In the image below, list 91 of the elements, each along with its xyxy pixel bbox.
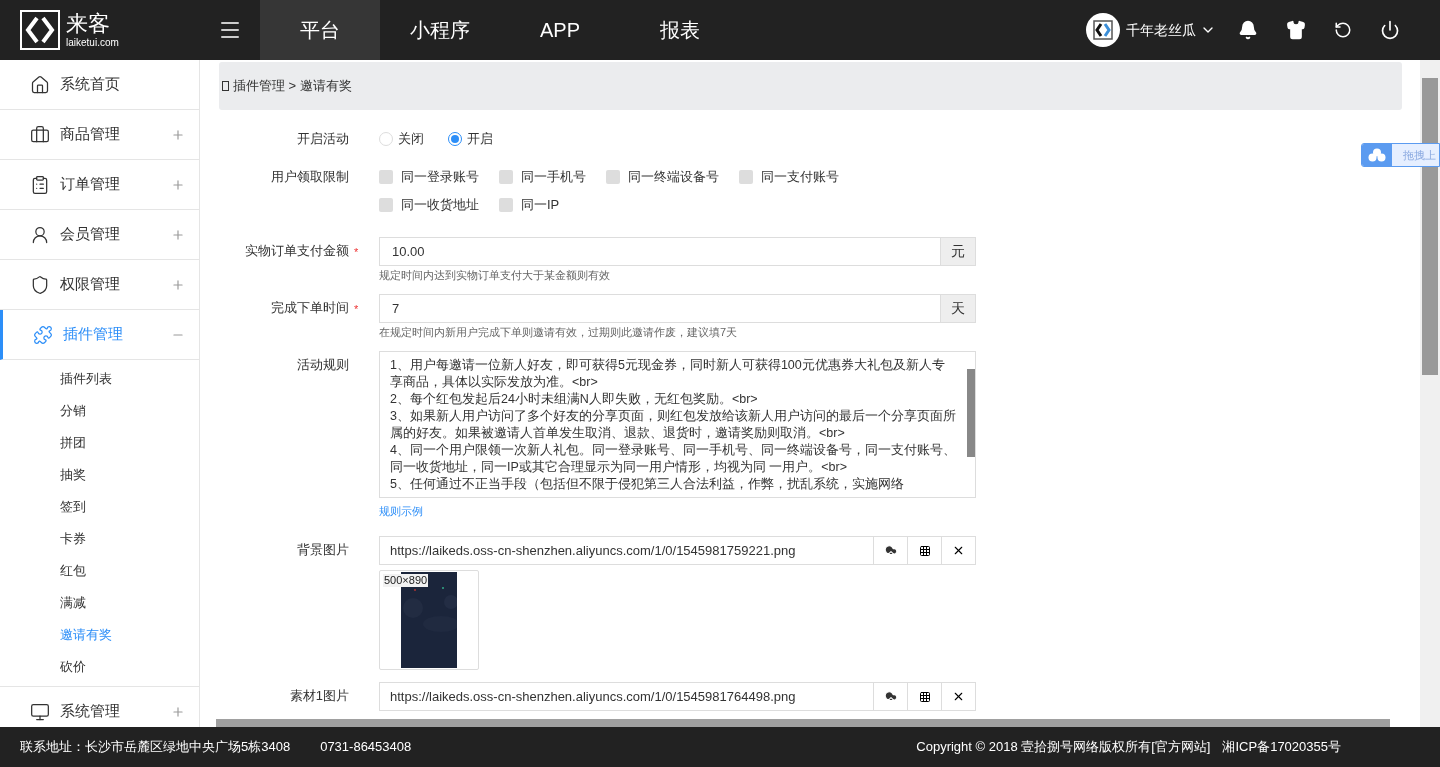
expand-icon[interactable] xyxy=(171,127,185,142)
grid-icon xyxy=(918,544,931,557)
rules-example-link[interactable]: 规则示例 xyxy=(379,505,423,517)
checkbox-icon[interactable] xyxy=(379,198,393,212)
input-field[interactable]: 7 xyxy=(379,294,941,323)
unit-addon: 元 xyxy=(941,237,976,266)
scrollbar[interactable] xyxy=(967,369,975,457)
submenu-item[interactable]: 红包 xyxy=(0,555,199,587)
hint-text: 在规定时间内新用户完成下单则邀请有效，过期则此邀请作废，建议填7天 xyxy=(379,325,739,339)
close-icon xyxy=(952,690,965,703)
checkbox-option[interactable]: 同一收货地址 xyxy=(379,191,479,219)
submenu-item[interactable]: 卡券 xyxy=(0,523,199,555)
checkbox-option[interactable]: 同一登录账号 xyxy=(379,163,479,191)
form-label: 活动规则 xyxy=(296,356,349,374)
input-field[interactable]: 10.00 xyxy=(379,237,941,266)
footer-copyright: Copyright © 2018 壹拾捌号网络版权所有[官方网站] xyxy=(916,738,1211,757)
nav-tab[interactable]: 小程序 xyxy=(380,0,500,60)
checkbox-option[interactable]: 同一手机号 xyxy=(499,163,586,191)
form-label: 开启活动 xyxy=(296,130,349,148)
power-icon[interactable] xyxy=(1380,20,1400,40)
expand-icon[interactable] xyxy=(171,177,185,192)
size-label: 500×890 xyxy=(383,574,429,587)
rules-textarea[interactable]: 1、用户每邀请一位新人好友，即可获得5元现金券，同时新人可获得100元优惠券大礼包及新人专享商品，具体以实际发放为准。<br> 2、每个红包发起后24小时未组满N人即失败，无红包奖励。<br> 3、如果新人用户访问了多个好友的分享页面，则红包发放给该新人用户访问的最后一个分享页面所属的好友。如果被邀请人首单发生取消、退款、退货时，邀请奖励则取消。<br> 4、同一个用户限领一次新人礼包。同一登录账号、同一手机号、同一终端设备号，同一支付账号、同一收货地址，同一IP或其它合理显示为同一用户情形，均视为同 一用户。<br> 5、任何通过不正当手段（包括但不限于侵犯第三人合法利益，作弊，扰乱系统，实施网络 xyxy=(379,351,976,498)
url-field[interactable]: https://laikeds.oss-cn-shenzhen.aliyuncs.com/1/0/1545981764498.png xyxy=(379,682,874,711)
avatar-icon[interactable] xyxy=(1086,13,1120,47)
expand-icon[interactable] xyxy=(171,227,185,242)
submenu-item[interactable]: 满减 xyxy=(0,587,199,619)
sidebar-item[interactable]: 订单管理 xyxy=(0,160,199,210)
url-field[interactable]: https://laikeds.oss-cn-shenzhen.aliyuncs.com/1/0/1545981759221.png xyxy=(379,536,874,565)
footer-icp: 湘ICP备17020355号 xyxy=(1222,738,1341,757)
grid-button[interactable] xyxy=(908,536,942,565)
required-mark: * xyxy=(354,303,359,315)
sidebar-item[interactable]: 系统首页 xyxy=(0,60,199,110)
form-label: 完成下单时间 xyxy=(270,299,349,317)
breadcrumb-icon xyxy=(222,81,229,91)
sidebar-item[interactable]: 权限管理 xyxy=(0,260,199,310)
logo-name: 来客 xyxy=(66,12,111,35)
clipboard-icon xyxy=(30,174,50,195)
shield-icon xyxy=(30,274,50,295)
footer-address: 联系地址：长沙市岳麓区绿地中央广场5栋3408 xyxy=(20,738,291,757)
shirt-icon[interactable] xyxy=(1286,20,1306,40)
checkbox-icon[interactable] xyxy=(499,170,513,184)
upload-button[interactable] xyxy=(874,682,908,711)
checkbox-icon[interactable] xyxy=(379,170,393,184)
submenu-item[interactable]: 邀请有奖 xyxy=(0,619,199,651)
footer-phone: 0731-86453408 xyxy=(320,738,412,757)
submenu-item[interactable]: 抽奖 xyxy=(0,459,199,491)
hint-text: 规定时间内达到实物订单支付大于某金额则有效 xyxy=(379,268,611,282)
nav-tab[interactable]: 报表 xyxy=(620,0,740,60)
monitor-icon xyxy=(30,701,50,722)
expand-icon[interactable] xyxy=(171,277,185,292)
nav-tab[interactable]: 平台 xyxy=(260,0,380,60)
briefcase-icon xyxy=(30,124,50,145)
home-icon xyxy=(30,74,50,95)
checkbox-icon[interactable] xyxy=(499,198,513,212)
horizontal-scrollbar[interactable] xyxy=(216,719,1390,727)
undo-icon[interactable] xyxy=(1334,21,1352,39)
radio-option[interactable]: 开启 xyxy=(448,129,493,149)
upload-button[interactable] xyxy=(874,536,908,565)
unit-addon: 天 xyxy=(941,294,976,323)
checkbox-icon[interactable] xyxy=(606,170,620,184)
logo-icon xyxy=(20,10,60,50)
sidebar-item[interactable]: 会员管理 xyxy=(0,210,199,260)
submenu-item[interactable]: 插件列表 xyxy=(0,363,199,395)
cloud-icon xyxy=(1368,148,1386,162)
close-icon xyxy=(952,544,965,557)
form-label: 背景图片 xyxy=(296,541,349,559)
sidebar-item[interactable]: 商品管理 xyxy=(0,110,199,160)
form-label: 实物订单支付金额 xyxy=(244,242,349,260)
logo-domain: laiketui.com xyxy=(66,37,119,48)
checkbox-icon[interactable] xyxy=(739,170,753,184)
checkbox-option[interactable]: 同一IP xyxy=(499,191,560,219)
submenu-item[interactable]: 分销 xyxy=(0,395,199,427)
required-mark: * xyxy=(354,246,359,258)
grid-icon xyxy=(918,690,931,703)
bell-icon[interactable] xyxy=(1238,20,1258,40)
user-name[interactable]: 千年老丝瓜 xyxy=(1126,19,1196,41)
checkbox-option[interactable]: 同一支付账号 xyxy=(739,163,839,191)
checkbox-option[interactable]: 同一终端设备号 xyxy=(606,163,719,191)
form-label: 用户领取限制 xyxy=(270,168,349,186)
grid-button[interactable] xyxy=(908,682,942,711)
user-icon xyxy=(30,224,50,245)
form-label: 素材1图片 xyxy=(288,687,349,705)
submenu-item[interactable]: 砍价 xyxy=(0,651,199,683)
submenu-item[interactable]: 签到 xyxy=(0,491,199,523)
submenu-item[interactable]: 拼团 xyxy=(0,427,199,459)
nav-tab[interactable]: APP xyxy=(500,0,620,60)
expand-icon[interactable] xyxy=(171,704,185,719)
radio-option[interactable]: 关闭 xyxy=(379,129,424,149)
breadcrumb: 插件管理 > 邀请有奖 xyxy=(233,77,352,96)
puzzle-icon xyxy=(33,324,53,345)
